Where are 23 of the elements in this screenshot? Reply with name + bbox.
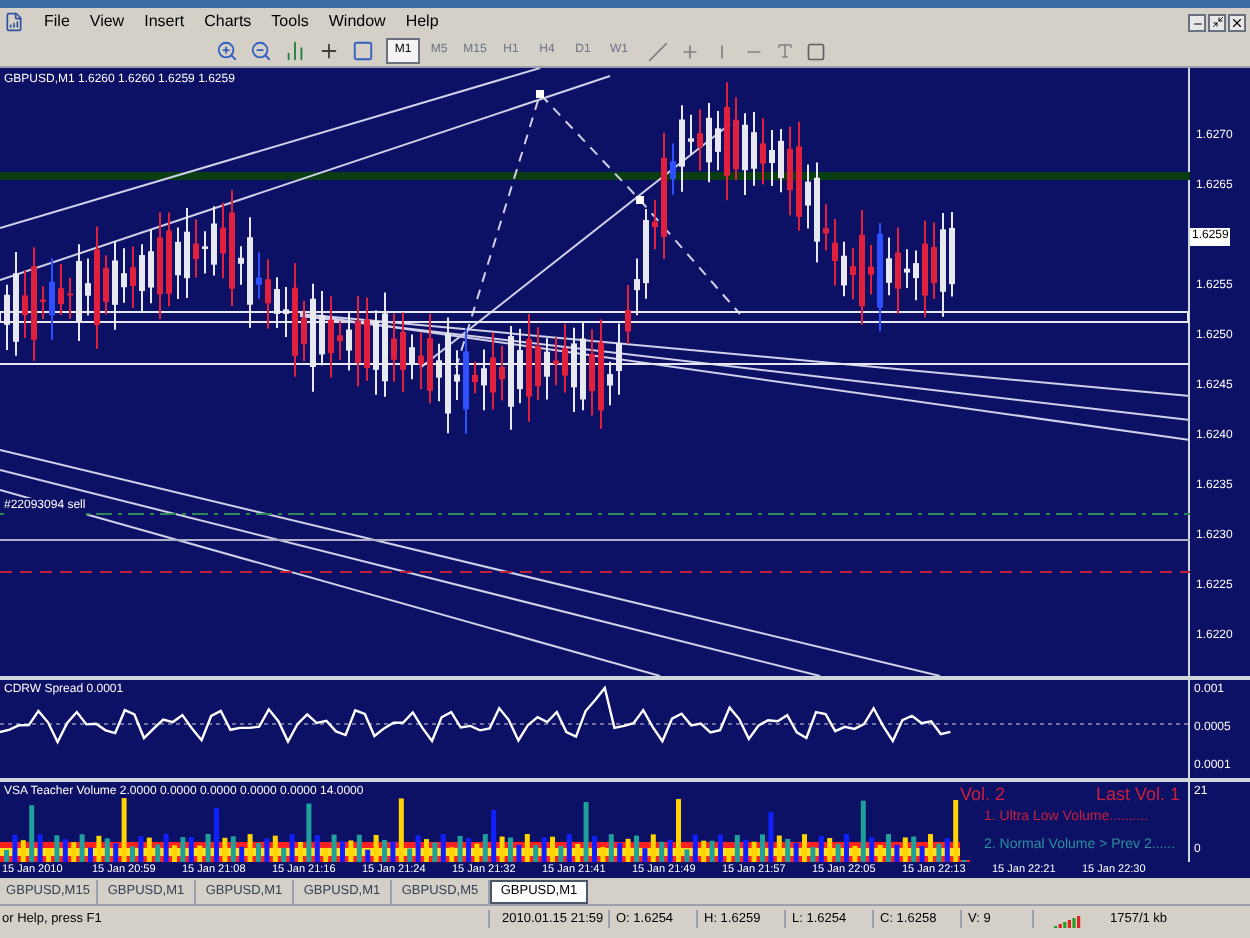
restore-button[interactable] [1208,13,1226,31]
zoom-in-icon[interactable] [216,40,238,62]
menu-item[interactable]: Insert [144,10,185,34]
minimize-button[interactable] [1188,13,1206,31]
text-icon[interactable] [776,42,794,60]
app-icon [4,12,24,32]
close-button[interactable] [1228,13,1246,31]
menu-item[interactable]: Charts [204,10,252,34]
menu-item[interactable]: Help [405,10,439,34]
line-icon[interactable] [648,41,668,61]
volume-value: Vol. 2 [960,784,1006,804]
menu-item[interactable]: Tools [271,10,309,34]
restore-icon [1211,16,1223,28]
crosshair-icon[interactable] [680,41,700,61]
menu-item[interactable]: Window [328,10,386,34]
menu-item[interactable]: File [44,10,70,34]
bar-chart-icon[interactable] [284,40,306,62]
close-icon [1230,15,1244,29]
zoom-out-icon[interactable] [250,40,272,62]
connection-bars-icon [1054,911,1082,927]
minimize-icon [1191,17,1203,29]
menu-item[interactable]: View [89,10,125,34]
last-volume-value: Last Vol. 1 [1095,784,1180,804]
